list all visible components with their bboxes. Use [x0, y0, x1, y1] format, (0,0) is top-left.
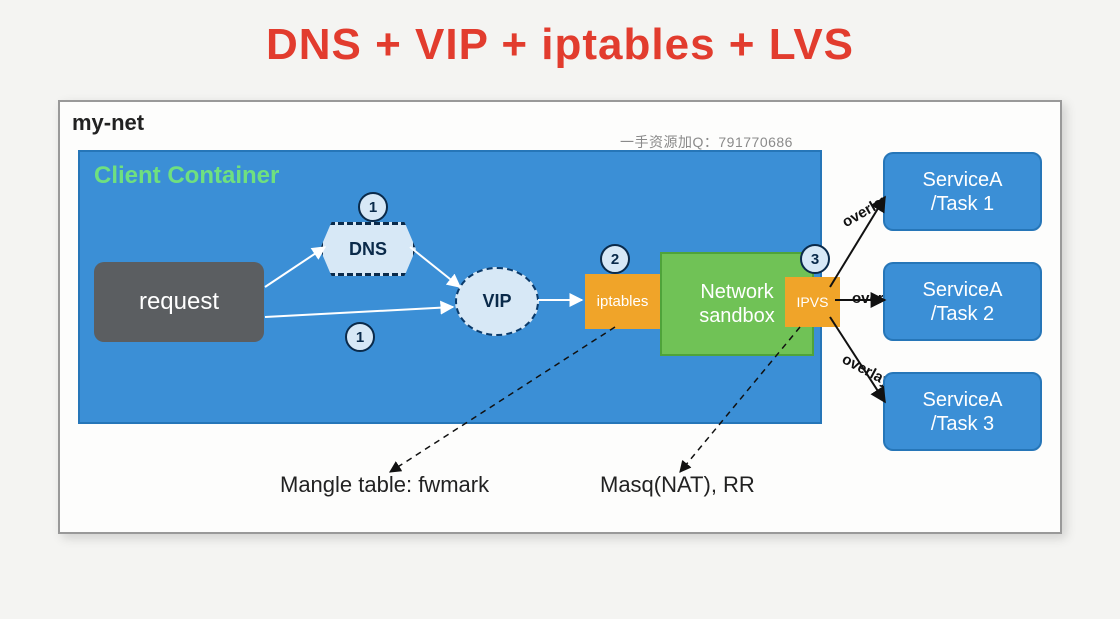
network-label: my-net — [72, 110, 144, 136]
ipvs-node: IPVS — [785, 277, 840, 327]
slide-title: DNS + VIP + iptables + LVS — [0, 0, 1120, 70]
service-task-2: ServiceA/Task 2 — [883, 262, 1042, 341]
step-badge-1-bottom: 1 — [345, 322, 375, 352]
service-task-3: ServiceA/Task 3 — [883, 372, 1042, 451]
vip-node: VIP — [455, 267, 539, 336]
watermark-text: 一手资源加Q：791770686 — [620, 132, 793, 152]
step-badge-1-top: 1 — [358, 192, 388, 222]
step-badge-2: 2 — [600, 244, 630, 274]
caption-masq: Masq(NAT), RR — [600, 472, 755, 498]
service-task-1: ServiceA/Task 1 — [883, 152, 1042, 231]
diagram-frame: my-net 一手资源加Q：791770686 Client Container… — [58, 100, 1062, 534]
iptables-node: iptables — [585, 274, 660, 329]
caption-mangle: Mangle table: fwmark — [280, 472, 489, 498]
dns-node: DNS — [320, 222, 416, 276]
client-container: Client Container request DNS VIP iptable… — [78, 150, 822, 424]
request-node: request — [94, 262, 264, 342]
client-container-label: Client Container — [94, 162, 279, 190]
step-badge-3: 3 — [800, 244, 830, 274]
